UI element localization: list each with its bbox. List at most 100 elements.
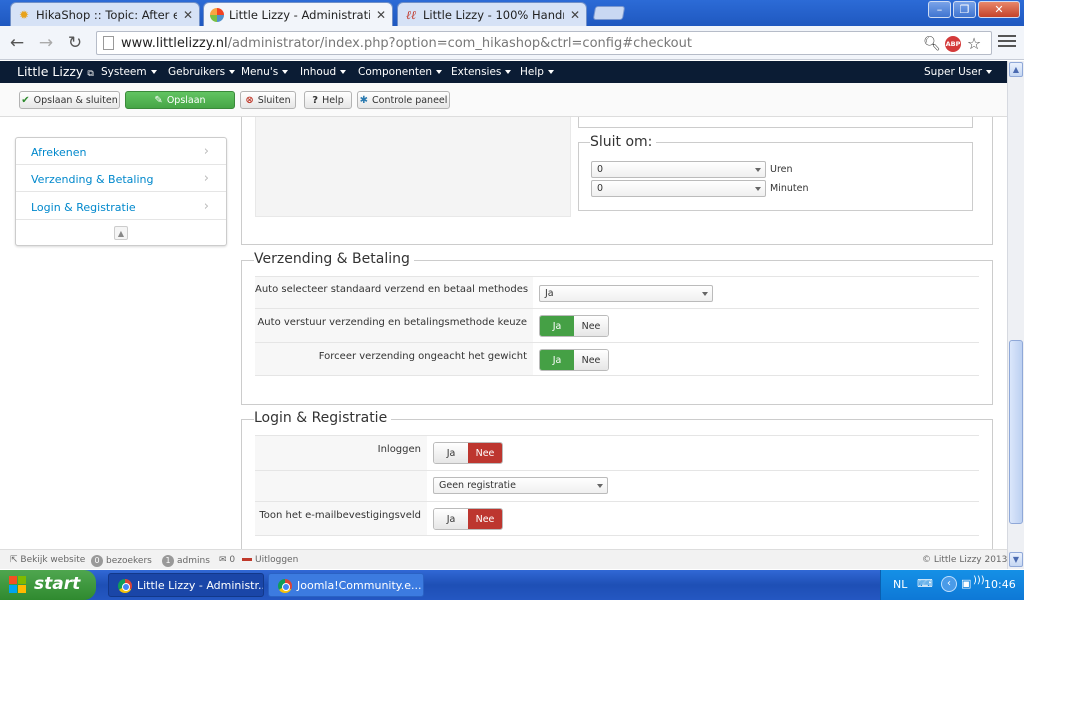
page-scrollbar[interactable]: ▲ ▼ bbox=[1007, 61, 1024, 569]
site-brand-link[interactable]: Little Lizzy ⧉ bbox=[17, 64, 94, 79]
sidenav-item-afrekenen[interactable]: Afrekenen › bbox=[16, 138, 226, 165]
close-icon[interactable]: ✕ bbox=[183, 8, 193, 22]
menu-label: Gebruikers bbox=[168, 66, 226, 78]
maximize-button[interactable]: ❐ bbox=[953, 1, 976, 18]
close-button[interactable]: ⊗ Sluiten bbox=[240, 91, 296, 109]
save-button[interactable]: ✎ Opslaan bbox=[125, 91, 235, 109]
network-icon[interactable]: ▣ bbox=[961, 577, 971, 590]
force-shipping-toggle[interactable]: Ja Nee bbox=[539, 349, 609, 371]
yes-option[interactable]: Ja bbox=[540, 350, 574, 370]
menu-menus[interactable]: Menu's bbox=[241, 66, 289, 78]
window-close-button[interactable]: ✕ bbox=[978, 1, 1020, 18]
login-legend: Login & Registratie bbox=[254, 410, 392, 426]
menu-help[interactable]: Help bbox=[520, 66, 554, 78]
messages-status[interactable]: ✉ 0 bbox=[219, 555, 235, 565]
volume-icon[interactable]: ))) bbox=[973, 575, 985, 586]
address-bar[interactable]: www.littlelizzy.nl/administrator/index.p… bbox=[96, 31, 992, 55]
scroll-down-arrow-icon[interactable]: ▼ bbox=[1009, 552, 1023, 567]
user-menu[interactable]: Super User bbox=[924, 66, 993, 78]
keyboard-icon[interactable]: ⌨ bbox=[917, 577, 933, 590]
button-label: Controle paneel bbox=[372, 94, 448, 106]
sidenav-label: Afrekenen bbox=[31, 146, 87, 159]
back-arrow-icon[interactable]: ← bbox=[7, 33, 27, 53]
menu-extensies[interactable]: Extensies bbox=[451, 66, 512, 78]
screenshot: ✹ HikaShop :: Topic: After eas ✕ Little … bbox=[0, 0, 1024, 600]
menu-inhoud[interactable]: Inhoud bbox=[300, 66, 347, 78]
clock[interactable]: 10:46 bbox=[984, 578, 1016, 591]
adblock-icon[interactable]: ABP bbox=[945, 36, 961, 52]
browser-menu-icon[interactable] bbox=[998, 35, 1016, 49]
tab-administratie[interactable]: Little Lizzy - Administratie ✕ bbox=[203, 2, 393, 26]
visitors-label: bezoekers bbox=[106, 556, 152, 566]
email-confirm-toggle[interactable]: Ja Nee bbox=[433, 508, 503, 530]
new-tab-button[interactable] bbox=[592, 6, 626, 20]
sidenav-item-verzending[interactable]: Verzending & Betaling › bbox=[16, 165, 226, 192]
littlelizzy-favicon-icon: ℓℓ bbox=[406, 7, 416, 22]
scroll-thumb[interactable] bbox=[1009, 340, 1023, 524]
select-value: 0 bbox=[597, 164, 604, 175]
browser-toolbar: ← → ↻ www.littlelizzy.nl/administrator/i… bbox=[0, 26, 1024, 60]
bookmark-star-icon[interactable]: ☆ bbox=[965, 35, 983, 53]
no-option[interactable]: Nee bbox=[468, 509, 502, 529]
view-site-link[interactable]: ⇱ Bekijk website bbox=[10, 555, 85, 565]
windows-flag-icon bbox=[9, 576, 27, 594]
no-option[interactable]: Nee bbox=[468, 443, 502, 463]
reload-icon[interactable]: ↻ bbox=[65, 33, 85, 53]
closing-legend: Sluit om: bbox=[590, 134, 657, 150]
joomla-favicon-icon bbox=[210, 7, 224, 22]
menu-gebruikers[interactable]: Gebruikers bbox=[168, 66, 236, 78]
task-label: Little Lizzy - Administr... bbox=[137, 579, 264, 592]
visitors-status: 0 bezoekers bbox=[91, 555, 152, 567]
control-panel-button[interactable]: ✱ Controle paneel bbox=[357, 91, 450, 109]
yes-option[interactable]: Ja bbox=[434, 443, 468, 463]
scroll-up-arrow-icon[interactable]: ▲ bbox=[1009, 62, 1023, 77]
no-option[interactable]: Nee bbox=[574, 316, 608, 336]
auto-select-select[interactable]: Ja bbox=[539, 285, 713, 302]
envelope-icon: ✉ bbox=[219, 555, 227, 565]
menu-label: Systeem bbox=[101, 66, 147, 78]
select-value: Geen registratie bbox=[439, 480, 516, 491]
admins-label: admins bbox=[177, 556, 210, 566]
tab-hikashop[interactable]: ✹ HikaShop :: Topic: After eas ✕ bbox=[10, 2, 200, 26]
caret-down-icon bbox=[436, 70, 443, 74]
tray-expand-icon[interactable]: ‹ bbox=[941, 576, 957, 592]
close-icon[interactable]: ✕ bbox=[570, 8, 580, 22]
menu-label: Extensies bbox=[451, 66, 502, 78]
yes-option[interactable]: Ja bbox=[434, 509, 468, 529]
dropdown-arrow-icon bbox=[755, 187, 761, 191]
admins-status: 1 admins bbox=[162, 555, 210, 567]
tab-handmade[interactable]: ℓℓ Little Lizzy - 100% Handmad ✕ bbox=[397, 2, 587, 26]
save-close-button[interactable]: ✔ Opslaan & sluiten bbox=[19, 91, 120, 109]
caret-down-icon bbox=[150, 70, 157, 74]
start-button[interactable]: start bbox=[0, 570, 96, 600]
admin-status-bar: ⇱ Bekijk website 0 bezoekers 1 admins ✉ 0 … bbox=[0, 549, 1007, 569]
collapse-up-icon[interactable]: ▲ bbox=[114, 226, 128, 240]
zoom-icon[interactable]: 🔍︎ bbox=[923, 35, 941, 53]
closing-minutes-select[interactable]: 0 bbox=[591, 180, 766, 197]
button-label: Opslaan bbox=[166, 94, 206, 106]
chevron-right-icon: › bbox=[203, 144, 209, 159]
external-link-icon: ⧉ bbox=[87, 69, 94, 79]
menu-systeem[interactable]: Systeem bbox=[101, 66, 157, 78]
auto-send-toggle[interactable]: Ja Nee bbox=[539, 315, 609, 337]
select-value: Ja bbox=[545, 288, 554, 299]
external-link-icon: ⇱ bbox=[10, 555, 18, 565]
language-indicator[interactable]: NL bbox=[893, 578, 907, 591]
auto-select-row: Auto selecteer standaard verzend en beta… bbox=[255, 276, 979, 308]
menu-componenten[interactable]: Componenten bbox=[358, 66, 443, 78]
yes-option[interactable]: Ja bbox=[540, 316, 574, 336]
login-toggle[interactable]: Ja Nee bbox=[433, 442, 503, 464]
no-option[interactable]: Nee bbox=[574, 350, 608, 370]
help-button[interactable]: ? Help bbox=[304, 91, 352, 109]
forward-arrow-icon[interactable]: → bbox=[36, 33, 56, 53]
logout-link[interactable]: Uitloggen bbox=[242, 555, 298, 565]
force-shipping-row: Forceer verzending ongeacht het gewicht … bbox=[255, 342, 979, 376]
closing-hours-select[interactable]: 0 bbox=[591, 161, 766, 178]
minimize-button[interactable]: – bbox=[928, 1, 951, 18]
close-icon[interactable]: ✕ bbox=[376, 8, 386, 22]
sidenav-item-login[interactable]: Login & Registratie › bbox=[16, 193, 226, 220]
task-little-lizzy[interactable]: Little Lizzy - Administr... bbox=[108, 573, 264, 597]
task-joomla-community[interactable]: Joomla!Community.e... bbox=[268, 573, 424, 597]
registration-select[interactable]: Geen registratie bbox=[433, 477, 608, 494]
browser-tab-strip: ✹ HikaShop :: Topic: After eas ✕ Little … bbox=[0, 0, 1024, 26]
